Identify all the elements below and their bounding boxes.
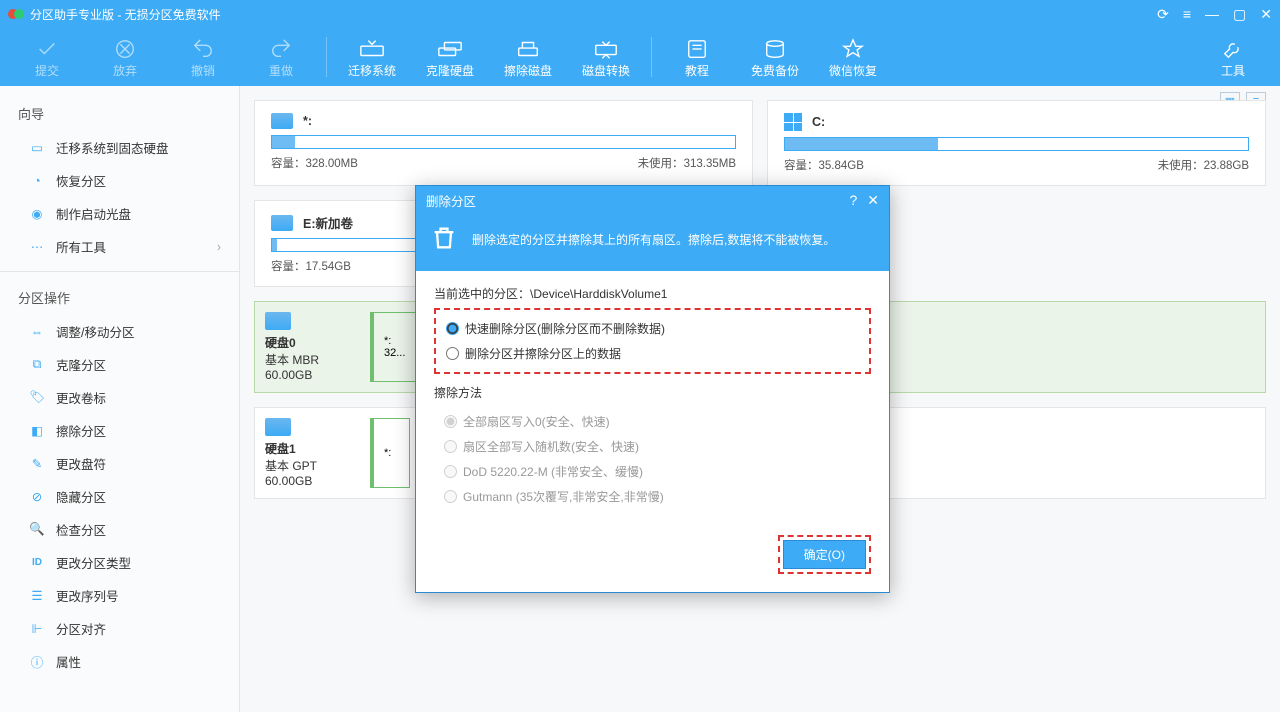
wipe-button[interactable]: 擦除磁盘 [489,28,567,86]
app-logo-icon [8,6,24,22]
align-icon: ⊩ [28,620,46,638]
pie-icon: ◔ [28,172,46,190]
partition-card[interactable]: *: 容量：328.00MB未使用：313.35MB [254,100,753,186]
title-bar: 分区助手专业版 - 无损分区免费软件 ⟳ ≡ — ▢ ✕ [0,0,1280,28]
op-letter[interactable]: ✎更改盘符 [0,447,239,480]
radio-wipe-dod: DoD 5220.22-M (非常安全、缓慢) [444,459,861,484]
wipe-method-group: 全部扇区写入0(安全、快速) 扇区全部写入随机数(安全、快速) DoD 5220… [434,405,871,513]
disk-segment[interactable]: *: [370,418,410,488]
wizard-heading: 向导 [0,96,239,131]
pencil-icon: ✎ [28,455,46,473]
delete-partition-dialog: 删除分区 ? ✕ 删除选定的分区并擦除其上的所有扇区。擦除后,数据将不能被恢复。… [415,185,890,593]
radio-wipe-random: 扇区全部写入随机数(安全、快速) [444,434,861,459]
radio-quick-delete[interactable]: 快速删除分区(删除分区而不删除数据) [446,316,859,341]
op-hide[interactable]: ⊘隐藏分区 [0,480,239,513]
op-resize[interactable]: ⇔调整/移动分区 [0,315,239,348]
sidebar: 向导 ▭迁移系统到固态硬盘 ◔恢复分区 ◉制作启动光盘 ⋯所有工具› 分区操作 … [0,86,240,712]
op-wipe[interactable]: ◧擦除分区 [0,414,239,447]
wechat-recover-button[interactable]: 微信恢复 [814,28,892,86]
minimize-icon[interactable]: — [1205,6,1219,23]
wizard-all-tools[interactable]: ⋯所有工具› [0,230,239,263]
dialog-titlebar: 删除分区 ? ✕ [416,186,889,214]
redo-button[interactable]: 重做 [242,28,320,86]
dots-icon: ⋯ [28,238,46,256]
current-partition-label: 当前选中的分区：\Device\HarddiskVolume1 [434,285,871,302]
wizard-migrate[interactable]: ▭迁移系统到固态硬盘 [0,131,239,164]
chevron-right-icon: › [217,240,221,254]
undo-button[interactable]: 撤销 [164,28,242,86]
tools-button[interactable]: 工具 [1194,28,1272,86]
window-title: 分区助手专业版 - 无损分区免费软件 [30,6,221,23]
ssd-icon: ▭ [28,139,46,157]
disc-icon: ◉ [28,205,46,223]
clone-icon: ⧉ [28,356,46,374]
windows-icon [784,113,802,131]
close-icon[interactable]: ✕ [1260,6,1272,23]
ok-button[interactable]: 确定(O) [783,540,866,569]
op-label[interactable]: 🏷更改卷标 [0,381,239,414]
ops-heading: 分区操作 [0,280,239,315]
clone-button[interactable]: 克隆硬盘 [411,28,489,86]
op-clone[interactable]: ⧉克隆分区 [0,348,239,381]
eraser-icon: ◧ [28,422,46,440]
convert-button[interactable]: 磁盘转换 [567,28,645,86]
wipe-method-label: 擦除方法 [434,384,871,401]
refresh-icon[interactable]: ⟳ [1157,6,1169,23]
search-icon: 🔍 [28,521,46,539]
eye-off-icon: ⊘ [28,488,46,506]
radio-wipe-zero: 全部扇区写入0(安全、快速) [444,409,861,434]
disk-segment[interactable]: *:32... [370,312,416,382]
op-align[interactable]: ⊩分区对齐 [0,612,239,645]
serial-icon: ☰ [28,587,46,605]
wizard-bootdisc[interactable]: ◉制作启动光盘 [0,197,239,230]
id-icon: ID [28,554,46,572]
op-check[interactable]: 🔍检查分区 [0,513,239,546]
dialog-title: 删除分区 [426,191,476,210]
radio-wipe-delete[interactable]: 删除分区并擦除分区上的数据 [446,341,859,366]
maximize-icon[interactable]: ▢ [1233,6,1246,23]
delete-mode-group: 快速删除分区(删除分区而不删除数据) 删除分区并擦除分区上的数据 [434,308,871,374]
drive-icon [271,113,293,129]
resize-icon: ⇔ [28,323,46,341]
backup-button[interactable]: 免费备份 [736,28,814,86]
wizard-recover[interactable]: ◔恢复分区 [0,164,239,197]
tag-icon: 🏷 [28,389,46,407]
commit-button[interactable]: 提交 [8,28,86,86]
info-icon: ⓘ [28,653,46,671]
op-serial[interactable]: ☰更改序列号 [0,579,239,612]
dialog-close-icon[interactable]: ✕ [867,192,879,209]
disk-icon [265,418,291,436]
migrate-button[interactable]: 迁移系统 [333,28,411,86]
tutorial-button[interactable]: 教程 [658,28,736,86]
dialog-description: 删除选定的分区并擦除其上的所有扇区。擦除后,数据将不能被恢复。 [416,214,889,271]
op-props[interactable]: ⓘ属性 [0,645,239,678]
drive-icon [271,215,293,231]
partition-card[interactable]: C: 容量：35.84GB未使用：23.88GB [767,100,1266,186]
discard-button[interactable]: 放弃 [86,28,164,86]
menu-icon[interactable]: ≡ [1183,6,1191,23]
op-type[interactable]: ID更改分区类型 [0,546,239,579]
radio-wipe-gutmann: Gutmann (35次覆写,非常安全,非常慢) [444,484,861,509]
disk-icon [265,312,291,330]
main-toolbar: 提交 放弃 撤销 重做 迁移系统 克隆硬盘 擦除磁盘 磁盘转换 教程 免费备份 … [0,28,1280,86]
trash-icon [430,224,458,255]
help-icon[interactable]: ? [849,192,857,209]
